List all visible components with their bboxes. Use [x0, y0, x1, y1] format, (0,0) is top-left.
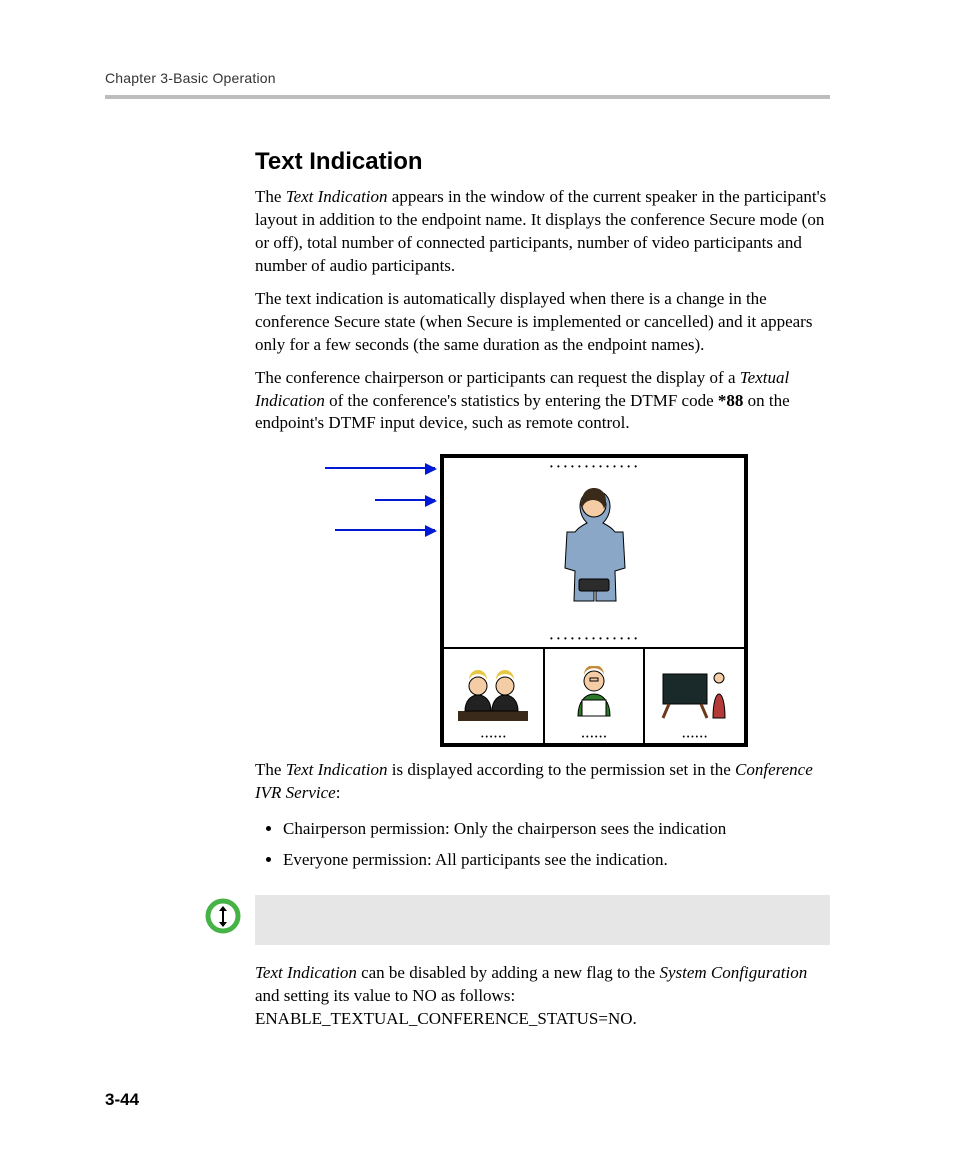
- arrow-icon: [325, 467, 435, 469]
- text: The: [255, 760, 286, 779]
- note-box: [255, 895, 830, 945]
- thumbnail-caption: • • • • • •: [645, 734, 744, 741]
- list-item: Chairperson permission: Only the chairpe…: [283, 815, 830, 842]
- overlay-label: • • • • • • • • • • • • •: [444, 634, 744, 643]
- arrow-icon: [335, 529, 435, 531]
- video-layout: • • • • • • • • • • • • • • • • • • • • …: [440, 454, 748, 747]
- overlay-label: • • • • • • • • • • • • •: [444, 462, 744, 471]
- bullet-list: Chairperson permission: Only the chairpe…: [255, 815, 830, 873]
- paragraph-4: The Text Indication is displayed accordi…: [255, 759, 830, 805]
- dtmf-code: *88: [718, 391, 744, 410]
- text: :: [336, 783, 341, 802]
- paragraph-2: The text indication is automatically dis…: [255, 288, 830, 357]
- text: and setting its value to NO as follows: …: [255, 986, 637, 1028]
- paragraph-1: The Text Indication appears in the windo…: [255, 186, 830, 278]
- board-illustration: [655, 666, 735, 726]
- thumbnail-cell: • • • • • •: [645, 649, 744, 743]
- section-title: Text Indication: [255, 148, 830, 176]
- term-text-indication: Text Indication: [286, 187, 388, 206]
- arrow-icon: [375, 499, 435, 501]
- term-system-configuration: System Configuration: [659, 963, 807, 982]
- thumbnail-caption: • • • • • •: [545, 734, 644, 741]
- thumbnail-cell: • • • • • •: [545, 649, 646, 743]
- list-item: Everyone permission: All participants se…: [283, 846, 830, 873]
- note-icon: [205, 898, 241, 934]
- page-number: 3-44: [105, 1090, 139, 1110]
- header-rule: [105, 95, 830, 99]
- layout-figure: • • • • • • • • • • • • • • • • • • • • …: [255, 449, 830, 749]
- thumbnail-cell: • • • • • •: [444, 649, 545, 743]
- two-people-illustration: [453, 666, 533, 726]
- chapter-header: Chapter 3-Basic Operation: [105, 70, 276, 86]
- term-text-indication: Text Indication: [286, 760, 388, 779]
- presenter-illustration: [554, 666, 634, 726]
- paragraph-5: Text Indication can be disabled by addin…: [255, 962, 830, 1031]
- thumbnail-caption: • • • • • •: [444, 734, 543, 741]
- text: The: [255, 187, 286, 206]
- text: is displayed according to the permission…: [388, 760, 736, 779]
- main-speaker-cell: • • • • • • • • • • • • • • • • • • • • …: [444, 458, 744, 649]
- term-text-indication: Text Indication: [255, 963, 357, 982]
- thumbnails-row: • • • • • • • • • • • •: [444, 649, 744, 743]
- text: can be disabled by adding a new flag to …: [357, 963, 660, 982]
- paragraph-3: The conference chairperson or participan…: [255, 367, 830, 436]
- person-illustration: [549, 483, 639, 623]
- text: The conference chairperson or participan…: [255, 368, 740, 387]
- text: of the conference's statistics by enteri…: [325, 391, 718, 410]
